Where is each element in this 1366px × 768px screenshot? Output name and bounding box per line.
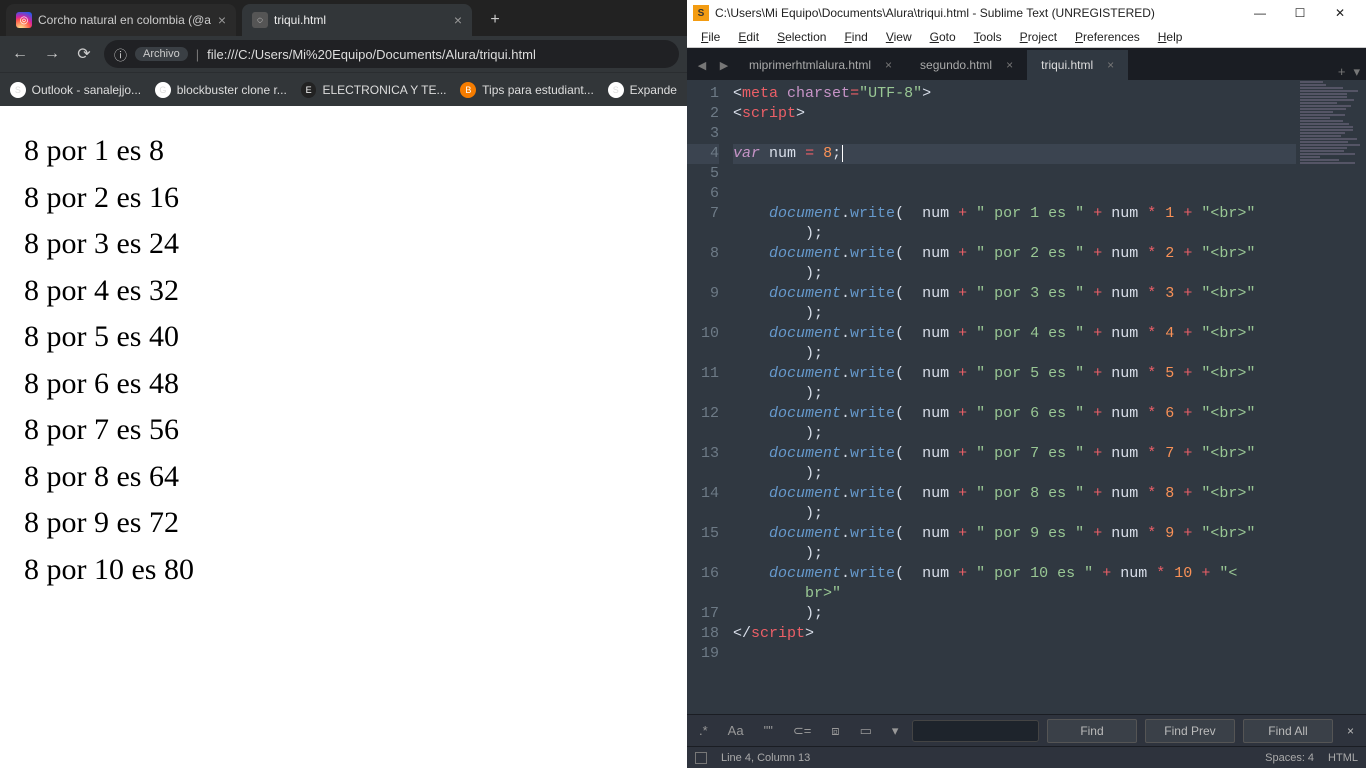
browser-page: 8 por 1 es 88 por 2 es 168 por 3 es 248 … xyxy=(0,106,687,768)
page-line: 8 por 2 es 16 xyxy=(24,175,663,222)
find-all-button[interactable]: Find All xyxy=(1243,719,1333,743)
reload-button[interactable]: ⟳ xyxy=(72,42,96,66)
browser-nav-bar: ← → ⟳ ⓘ Archivo | file:///C:/Users/Mi%20… xyxy=(0,36,687,72)
bookmark-label: blockbuster clone r... xyxy=(177,83,287,97)
code-view[interactable]: <meta charset="UTF-8"><script> var num =… xyxy=(727,80,1366,714)
find-bar: .* Aa "" ⊂= ⧈ ▭ ▾ Find Find Prev Find Al… xyxy=(687,714,1366,746)
page-line: 8 por 4 es 32 xyxy=(24,268,663,315)
find-mode-wrap[interactable]: ⊂= xyxy=(787,721,817,741)
indentation[interactable]: Spaces: 4 xyxy=(1265,752,1314,764)
page-line: 8 por 8 es 64 xyxy=(24,454,663,501)
back-button[interactable]: ← xyxy=(8,42,32,66)
bookmark-icon: G xyxy=(155,82,171,98)
bookmark-item[interactable]: B Tips para estudiant... xyxy=(460,82,593,98)
minimap[interactable] xyxy=(1296,80,1366,714)
menu-item[interactable]: Tools xyxy=(966,28,1010,46)
bookmark-label: Tips para estudiant... xyxy=(482,83,594,97)
bookmark-icon: S xyxy=(10,82,26,98)
bookmark-item[interactable]: S Expande xyxy=(608,82,677,98)
status-panel-icon[interactable] xyxy=(695,752,707,764)
new-tab-button[interactable]: + xyxy=(482,7,508,33)
menu-item[interactable]: Find xyxy=(836,28,875,46)
menu-bar: FileEditSelectionFindViewGotoToolsProjec… xyxy=(687,26,1366,48)
file-tab-0[interactable]: miprimerhtmlalura.html × xyxy=(735,50,906,80)
bookmark-label: Expande xyxy=(630,83,677,97)
bookmark-label: ELECTRONICA Y TE... xyxy=(322,83,446,97)
file-chip: Archivo xyxy=(135,47,188,61)
find-mode-case[interactable]: Aa xyxy=(722,721,750,740)
tab-title: Corcho natural en colombia (@a xyxy=(38,13,212,27)
new-file-icon[interactable]: + xyxy=(1338,64,1346,80)
file-tab-1[interactable]: segundo.html × xyxy=(906,50,1027,80)
bookmark-item[interactable]: E ELECTRONICA Y TE... xyxy=(301,82,447,98)
close-icon[interactable]: × xyxy=(885,58,892,72)
find-mode-word[interactable]: "" xyxy=(758,721,779,740)
file-tab-2[interactable]: triqui.html × xyxy=(1027,50,1128,80)
file-tab-label: triqui.html xyxy=(1041,58,1093,72)
bookmark-label: Outlook - sanalejjo... xyxy=(32,83,141,97)
bookmark-icon: S xyxy=(608,82,624,98)
syntax[interactable]: HTML xyxy=(1328,752,1358,764)
bookmark-item[interactable]: Gblockbuster clone r... xyxy=(155,82,287,98)
menu-item[interactable]: Goto xyxy=(922,28,964,46)
close-icon[interactable]: × xyxy=(454,12,462,28)
menu-item[interactable]: Selection xyxy=(769,28,834,46)
status-bar: Line 4, Column 13 Spaces: 4 HTML xyxy=(687,746,1366,768)
bookmark-icon: E xyxy=(301,82,317,98)
find-button[interactable]: Find xyxy=(1047,719,1137,743)
menu-item[interactable]: View xyxy=(878,28,920,46)
window-title-bar: S C:\Users\Mi Equipo\Documents\Alura\tri… xyxy=(687,0,1366,26)
info-icon: ⓘ xyxy=(114,45,127,64)
page-line: 8 por 1 es 8 xyxy=(24,128,663,175)
find-input[interactable] xyxy=(912,720,1039,742)
find-dropdown-icon[interactable]: ▾ xyxy=(886,721,905,741)
forward-button[interactable]: → xyxy=(40,42,64,66)
find-mode-regex[interactable]: .* xyxy=(693,721,714,740)
bookmark-item[interactable]: S Outlook - sanalejjo... xyxy=(10,82,141,98)
tab-menu-icon[interactable]: ▾ xyxy=(1353,64,1360,80)
tab-title: triqui.html xyxy=(274,13,448,27)
close-button[interactable]: ✕ xyxy=(1320,0,1360,26)
menu-item[interactable]: Help xyxy=(1150,28,1191,46)
tab-scroll-right-icon[interactable]: ▶ xyxy=(713,50,735,80)
cursor-position: Line 4, Column 13 xyxy=(721,752,810,764)
menu-item[interactable]: Edit xyxy=(730,28,767,46)
bookmarks-bar: S Outlook - sanalejjo... Gblockbuster clo… xyxy=(0,72,687,106)
tab-scroll-left-icon[interactable]: ◀ xyxy=(691,50,713,80)
page-line: 8 por 7 es 56 xyxy=(24,407,663,454)
window-title: C:\Users\Mi Equipo\Documents\Alura\triqu… xyxy=(715,6,1240,20)
menu-item[interactable]: Preferences xyxy=(1067,28,1148,46)
close-icon[interactable]: × xyxy=(218,12,226,28)
menu-item[interactable]: File xyxy=(693,28,728,46)
page-line: 8 por 3 es 24 xyxy=(24,221,663,268)
line-gutter: 12345678910111213141516171819 xyxy=(687,80,727,714)
page-line: 8 por 10 es 80 xyxy=(24,547,663,594)
menu-item[interactable]: Project xyxy=(1012,28,1065,46)
page-line: 8 por 5 es 40 xyxy=(24,314,663,361)
browser-tab-0[interactable]: ◎ Corcho natural en colombia (@a × xyxy=(6,4,236,36)
editor-area[interactable]: 12345678910111213141516171819 <meta char… xyxy=(687,80,1366,714)
page-line: 8 por 6 es 48 xyxy=(24,361,663,408)
file-tab-label: miprimerhtmlalura.html xyxy=(749,58,871,72)
file-tab-label: segundo.html xyxy=(920,58,992,72)
find-mode-selection[interactable]: ⧈ xyxy=(825,721,845,741)
bookmark-icon: B xyxy=(460,82,476,98)
find-mode-highlight[interactable]: ▭ xyxy=(854,721,878,741)
browser-tab-strip: ◎ Corcho natural en colombia (@a × ◌ tri… xyxy=(0,0,687,36)
file-icon: ◌ xyxy=(252,12,268,28)
maximize-button[interactable]: ☐ xyxy=(1280,0,1320,26)
browser-tab-1[interactable]: ◌ triqui.html × xyxy=(242,4,472,36)
instagram-icon: ◎ xyxy=(16,12,32,28)
url-text: file:///C:/Users/Mi%20Equipo/Documents/A… xyxy=(207,47,536,62)
find-prev-button[interactable]: Find Prev xyxy=(1145,719,1235,743)
file-tab-bar: ◀ ▶ miprimerhtmlalura.html × segundo.html… xyxy=(687,48,1366,80)
close-icon[interactable]: × xyxy=(1006,58,1013,72)
page-line: 8 por 9 es 72 xyxy=(24,500,663,547)
close-icon[interactable]: × xyxy=(1341,724,1360,738)
sublime-icon: S xyxy=(693,5,709,21)
minimize-button[interactable]: — xyxy=(1240,0,1280,26)
url-bar[interactable]: ⓘ Archivo | file:///C:/Users/Mi%20Equipo… xyxy=(104,40,679,68)
close-icon[interactable]: × xyxy=(1107,58,1114,72)
